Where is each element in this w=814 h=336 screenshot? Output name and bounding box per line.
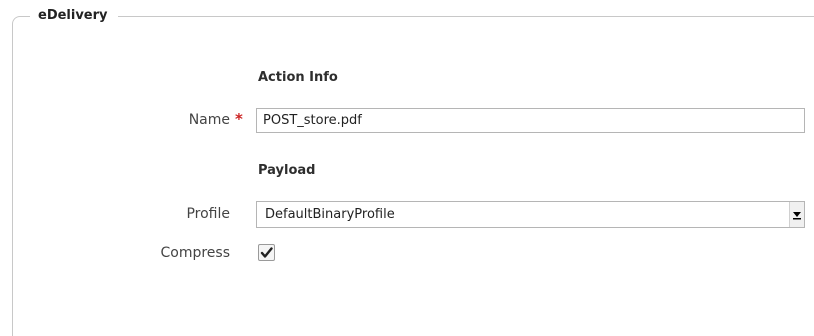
profile-select[interactable]: DefaultBinaryProfile xyxy=(256,201,805,228)
name-label: Name xyxy=(188,112,230,128)
action-info-heading: Action Info xyxy=(258,70,338,85)
compress-label: Compress xyxy=(160,245,230,261)
name-input[interactable] xyxy=(256,108,805,133)
checkmark-icon xyxy=(260,247,273,258)
fieldset-legend: eDelivery xyxy=(30,7,118,25)
compress-checkbox[interactable] xyxy=(258,244,275,261)
chevron-down-icon[interactable] xyxy=(789,202,804,227)
edelivery-fieldset xyxy=(12,16,814,336)
payload-heading: Payload xyxy=(258,163,316,178)
profile-label: Profile xyxy=(186,206,230,222)
profile-select-value: DefaultBinaryProfile xyxy=(265,207,395,222)
required-indicator: * xyxy=(235,110,243,128)
